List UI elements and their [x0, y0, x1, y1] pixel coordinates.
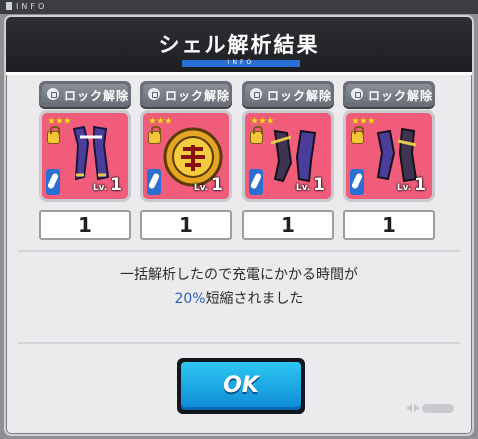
item-count-3: 1 [242, 210, 334, 240]
unlock-button-label: ロック解除 [267, 89, 333, 103]
item-card-1[interactable]: ★★★ Lv. 1 [39, 110, 131, 202]
page-nav-control[interactable] [406, 401, 454, 415]
top-info-bar: INFO [0, 0, 478, 14]
unlock-button-4[interactable]: ロック解除 [343, 81, 435, 107]
item-level: Lv. 1 [193, 175, 223, 195]
unlock-button-label: ロック解除 [64, 89, 130, 103]
message-line-2-text: 短縮されました [205, 291, 304, 307]
type-icon [350, 169, 364, 195]
chevron-right-icon[interactable] [414, 404, 420, 412]
type-icon [249, 169, 263, 195]
divider-top [18, 250, 460, 252]
item-card-4[interactable]: ★★★ Lv. 1 [343, 110, 435, 202]
item-level: Lv. 1 [396, 175, 426, 195]
dialog-title: シェル解析結果 [158, 33, 320, 57]
dialog-header: シェル解析結果 INFO [6, 17, 472, 75]
type-icon [147, 169, 161, 195]
lock-icon [351, 88, 363, 100]
unlock-button-1[interactable]: ロック解除 [39, 81, 131, 107]
item-level: Lv. 1 [295, 175, 325, 195]
item-count-1: 1 [39, 210, 131, 240]
result-message: 一括解析したので充電にかかる時間が 20%短縮されました [6, 263, 472, 311]
divider-bottom [18, 342, 460, 344]
item-level: Lv. 1 [92, 175, 122, 195]
unlock-button-2[interactable]: ロック解除 [140, 81, 232, 107]
unlock-button-label: ロック解除 [165, 89, 231, 103]
unlock-button-label: ロック解除 [368, 89, 434, 103]
result-dialog: シェル解析結果 INFO ロック解除 ★★★ Lv.1 1 ロック解除 ★★★ [4, 15, 474, 436]
item-card-2[interactable]: ★★★ Lv. 1 [140, 110, 232, 202]
type-icon [46, 169, 60, 195]
dialog-subtitle-bar: INFO [182, 59, 300, 67]
lock-icon [148, 88, 160, 100]
item-count-2: 1 [140, 210, 232, 240]
page-indicator [422, 404, 454, 413]
ok-button[interactable]: OK [177, 358, 305, 414]
item-card-3[interactable]: ★★★ Lv. 1 [242, 110, 334, 202]
unlock-button-3[interactable]: ロック解除 [242, 81, 334, 107]
message-line-2: 20%短縮されました [6, 287, 472, 311]
lock-icon [250, 88, 262, 100]
message-line-1: 一括解析したので充電にかかる時間が [120, 267, 358, 283]
ok-button-label: OK [223, 373, 259, 398]
reduction-percent: 20% [174, 291, 206, 307]
item-count-4: 1 [343, 210, 435, 240]
dialog-subtitle: INFO [227, 59, 255, 66]
top-info-label: INFO [6, 1, 47, 13]
chevron-left-icon[interactable] [406, 404, 412, 412]
lock-icon [47, 88, 59, 100]
